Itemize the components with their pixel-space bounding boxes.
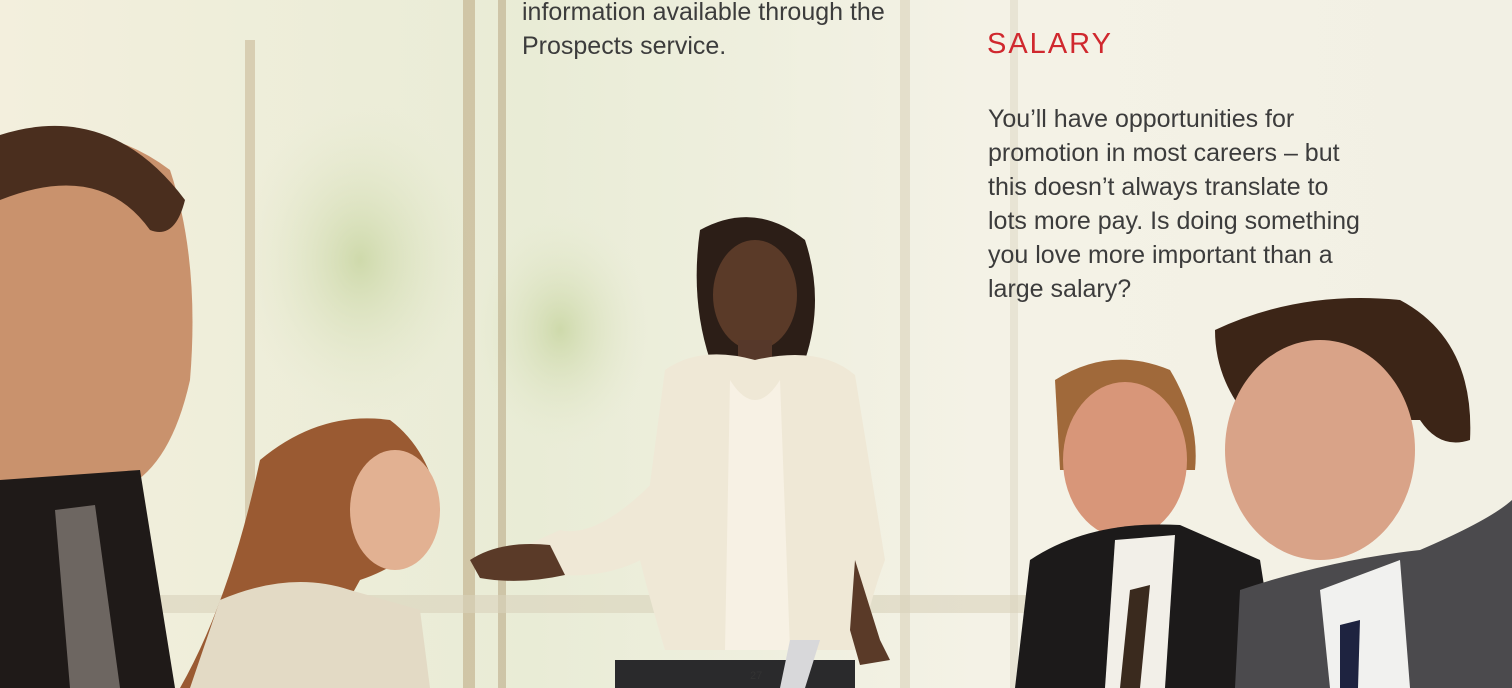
salary-line: promotion in most careers – but: [988, 139, 1340, 167]
salary-heading: SALARY: [987, 28, 1113, 60]
salary-paragraph: You’ll have opportunities for promotion …: [988, 102, 1418, 306]
salary-line: large salary?: [988, 275, 1132, 303]
intro-text: information available through the Prospe…: [522, 0, 902, 63]
page-number: 27: [750, 670, 763, 682]
intro-line-2: Prospects service.: [522, 32, 727, 60]
salary-line: this doesn’t always translate to: [988, 173, 1329, 201]
salary-line: You’ll have opportunities for: [988, 105, 1295, 133]
salary-line: lots more pay. Is doing something: [988, 207, 1360, 235]
salary-line: you love more important than a: [988, 241, 1333, 269]
intro-line-1: information available through the: [522, 0, 885, 26]
